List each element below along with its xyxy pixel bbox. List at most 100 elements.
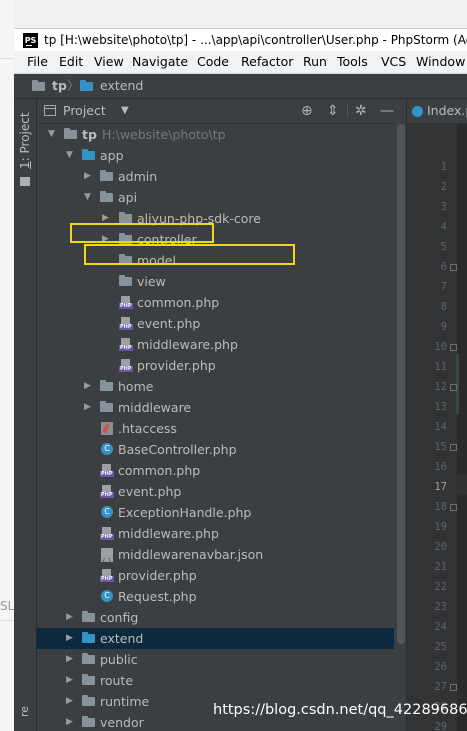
fold-marker-icon[interactable] (450, 264, 457, 271)
fold-marker-icon[interactable] (450, 344, 457, 351)
line-number: 8 (440, 301, 447, 313)
background-divider (0, 58, 14, 59)
line-number: 7 (440, 281, 447, 293)
expand-arrow-icon[interactable]: ▶ (66, 670, 73, 691)
tree-item-app-middleware-php[interactable]: middleware.php (37, 523, 394, 544)
tree-item-api-middleware-php[interactable]: middleware.php (37, 334, 394, 355)
expand-arrow-icon[interactable]: ▶ (66, 649, 73, 670)
tree-item-view[interactable]: view (37, 271, 394, 292)
menu-edit[interactable]: Edit (59, 51, 83, 73)
tree-item-home[interactable]: ▶ home (37, 376, 394, 397)
tree-item-label: tp (82, 127, 97, 142)
tree-item-label: app (100, 148, 124, 163)
line-number: 3 (440, 201, 447, 213)
expand-arrow-icon[interactable]: ▼ (66, 145, 73, 166)
folder-icon (64, 128, 77, 139)
tree-item-route[interactable]: ▶ route (37, 670, 394, 691)
tree-item-label: provider.php (137, 358, 216, 373)
fold-marker-icon[interactable] (450, 384, 457, 391)
watermark-text: https://blog.csdn.net/qq_42289686 (213, 702, 467, 718)
line-number: 20 (434, 541, 447, 553)
php-file-icon (100, 485, 114, 499)
menu-navigate[interactable]: Navigate (132, 51, 188, 73)
title-bar[interactable]: PS tp [H:\website\photo\tp] - ...\app\ap… (14, 28, 467, 52)
json-file-icon (101, 548, 113, 572)
left-tool-strip: 1: Project re (14, 99, 37, 731)
menu-code[interactable]: Code (197, 51, 229, 73)
line-number: 29 (434, 721, 447, 731)
folder-icon (80, 80, 93, 91)
expand-arrow-icon[interactable]: ▶ (84, 376, 91, 397)
tree-item-public[interactable]: ▶ public (37, 649, 394, 670)
tree-item-api[interactable]: ▼ api (37, 187, 394, 208)
tree-item-api-common-php[interactable]: common.php (37, 292, 394, 313)
tree-item-tp[interactable]: ▼ tp H:\website\photo\tp (37, 124, 394, 145)
expand-arrow-icon[interactable]: ▼ (84, 187, 91, 208)
tree-item-basecontroller-php[interactable]: C BaseController.php (37, 439, 394, 460)
menu-tools[interactable]: Tools (337, 51, 368, 73)
fold-marker-icon[interactable] (450, 504, 457, 511)
folder-icon (32, 80, 45, 91)
chevron-down-icon[interactable]: ▼ (121, 99, 129, 123)
folder-icon (82, 653, 95, 664)
breadcrumb-root[interactable]: tp (32, 74, 67, 98)
editor-code-area[interactable] (457, 124, 467, 731)
tree-item-app[interactable]: ▼ app (37, 145, 394, 166)
expand-arrow-icon[interactable]: ▶ (84, 397, 91, 418)
menu-run[interactable]: Run (303, 51, 327, 73)
bottom-side-tab[interactable]: re (18, 706, 31, 717)
php-file-icon (119, 317, 133, 331)
expand-arrow-icon[interactable]: ▶ (84, 166, 91, 187)
tree-item-exceptionhandle-php[interactable]: C ExceptionHandle.php (37, 502, 394, 523)
php-file-icon (100, 569, 114, 583)
line-number: 15 (434, 441, 447, 453)
fold-marker-icon[interactable] (450, 444, 457, 451)
target-icon[interactable]: ⊕ (301, 99, 313, 123)
class-file-icon: C (101, 506, 113, 518)
expand-arrow-icon[interactable]: ▼ (48, 124, 55, 145)
fold-marker-icon[interactable] (450, 684, 457, 691)
menu-view[interactable]: View (94, 51, 124, 73)
tab-index-php[interactable]: Index.p (407, 103, 467, 118)
tree-item-admin[interactable]: ▶ admin (37, 166, 394, 187)
tree-scrollbar[interactable] (397, 124, 405, 644)
tree-item-app-provider-php[interactable]: provider.php (37, 565, 394, 586)
expand-arrow-icon[interactable]: ▶ (66, 607, 73, 628)
expand-arrow-icon[interactable]: ▶ (66, 628, 73, 649)
tree-item-label: event.php (118, 484, 182, 499)
menu-window[interactable]: Window (416, 51, 465, 73)
line-number: 2 (440, 181, 447, 193)
tree-item-request-php[interactable]: C Request.php (37, 586, 394, 607)
class-file-icon (412, 106, 423, 117)
collapse-icon[interactable]: ⇕ (327, 99, 339, 123)
expand-arrow-icon[interactable]: ▶ (66, 712, 73, 731)
gear-icon[interactable]: ✲ (355, 99, 367, 123)
project-view-selector[interactable]: Project (63, 99, 106, 123)
menu-refactor[interactable]: Refactor (241, 51, 293, 73)
tree-item-extend[interactable]: ▶ extend (37, 628, 394, 649)
minimize-icon[interactable]: — (380, 99, 394, 123)
tree-item-middleware-folder[interactable]: ▶ middleware (37, 397, 394, 418)
tree-item-label: common.php (118, 463, 201, 478)
line-number: 4 (440, 221, 447, 233)
tree-item-label: view (137, 274, 166, 289)
tree-item-app-event-php[interactable]: event.php (37, 481, 394, 502)
tree-item-api-event-php[interactable]: event.php (37, 313, 394, 334)
tree-item-config[interactable]: ▶ config (37, 607, 394, 628)
tree-item-label: runtime (100, 694, 150, 709)
toolbar-divider (347, 104, 348, 118)
menu-vcs[interactable]: VCS (381, 51, 406, 73)
tree-item-htaccess[interactable]: .htaccess (37, 418, 394, 439)
tree-item-api-provider-php[interactable]: provider.php (37, 355, 394, 376)
folder-icon (82, 632, 95, 643)
line-number: 25 (434, 641, 447, 653)
tree-item-label: home (118, 379, 154, 394)
breadcrumb-extend[interactable]: extend (80, 74, 143, 98)
current-line-highlight (457, 475, 467, 495)
menu-file[interactable]: File (27, 51, 48, 73)
tree-item-middlewarenavbar-json[interactable]: middlewarenavbar.json (37, 544, 394, 572)
php-file-icon (119, 359, 133, 373)
expand-arrow-icon[interactable]: ▶ (66, 691, 73, 712)
project-side-tab[interactable]: 1: Project (17, 111, 33, 201)
tree-item-app-common-php[interactable]: common.php (37, 460, 394, 481)
